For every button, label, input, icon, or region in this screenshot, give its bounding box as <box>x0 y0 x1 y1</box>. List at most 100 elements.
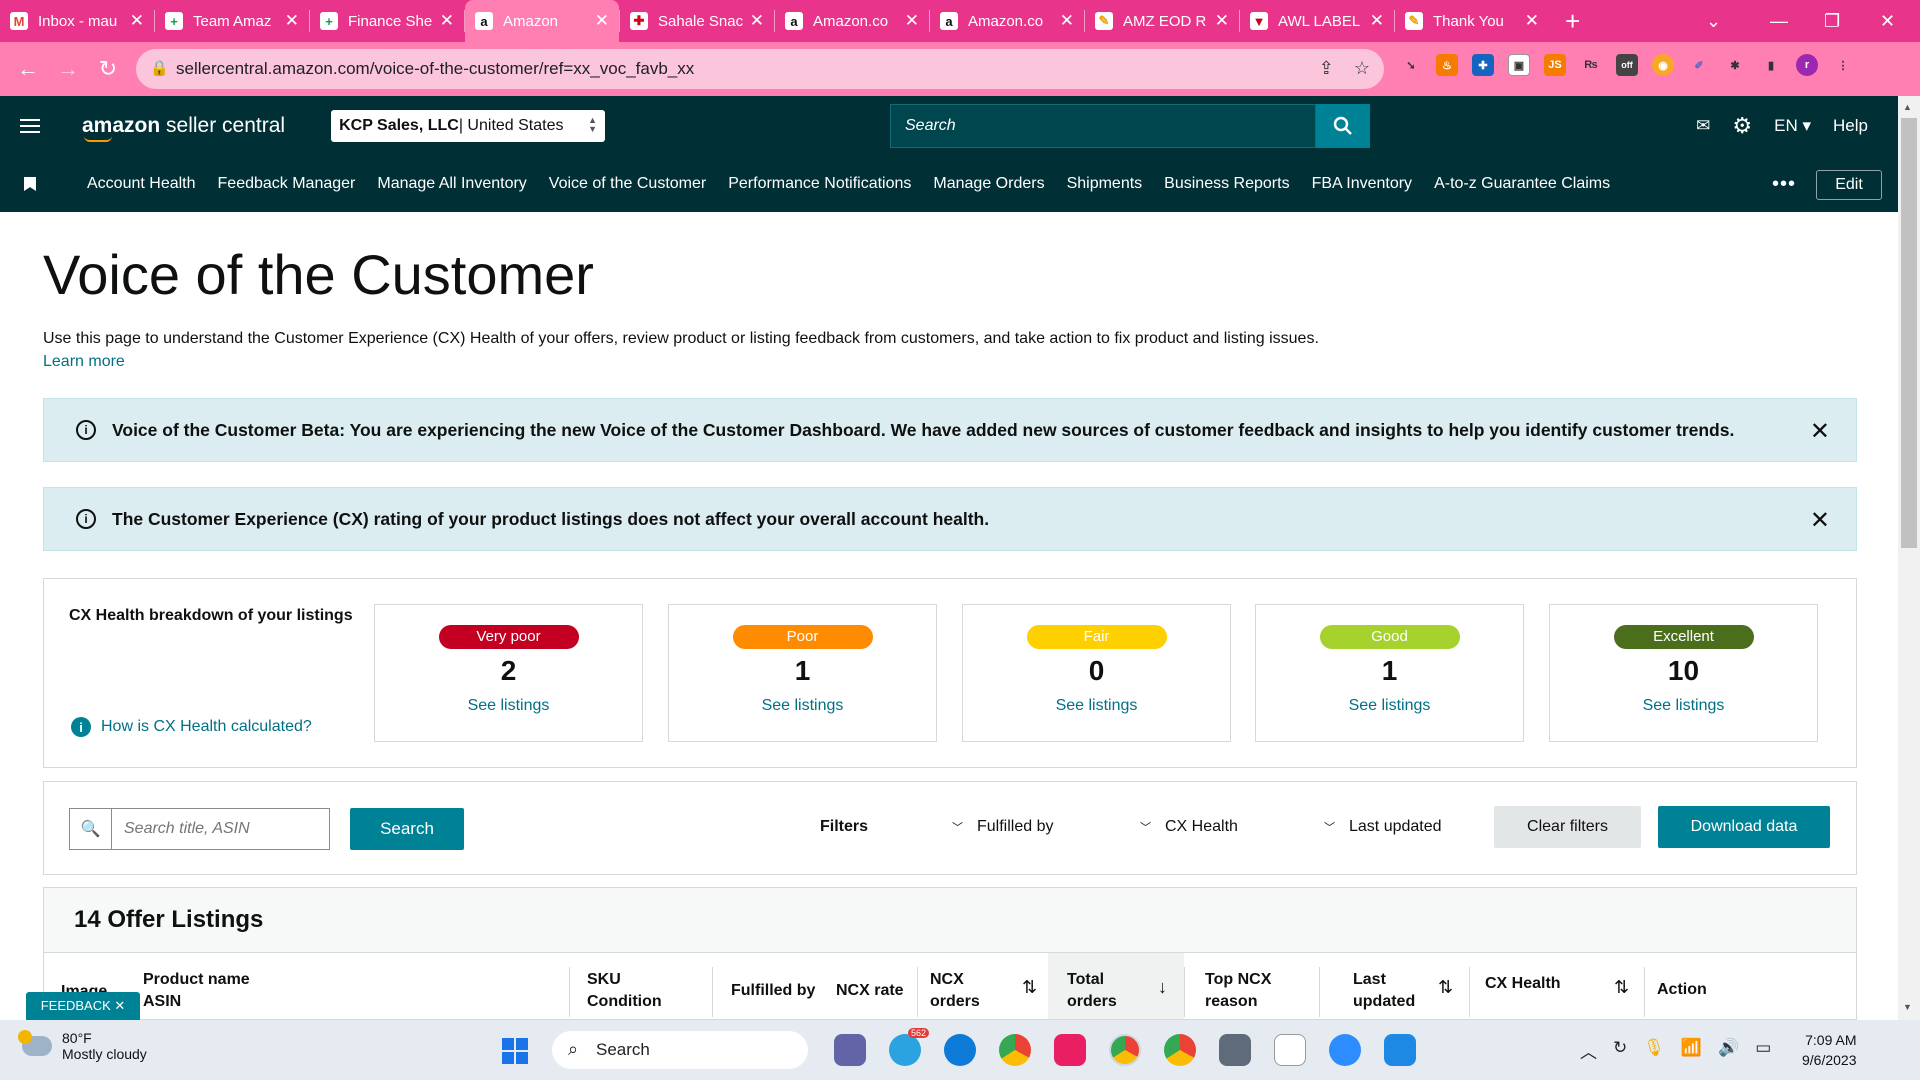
system-clock[interactable]: 7:09 AM 9/6/2023 <box>1802 1030 1857 1070</box>
puzzle-blue-extension-icon[interactable]: ✚ <box>1472 54 1494 76</box>
col-total-orders[interactable]: Total orders <box>1067 969 1117 1013</box>
browser-tab[interactable]: + Finance She ✕ <box>310 0 464 42</box>
extensions-puzzle-icon[interactable]: ✱ <box>1724 54 1746 76</box>
circle-extension-icon[interactable]: ◉ <box>1652 54 1674 76</box>
fulfilled-by-dropdown[interactable]: ﹀ Fulfilled by <box>952 818 1053 836</box>
download-data-button[interactable]: Download data <box>1658 806 1830 848</box>
tab-close-icon[interactable]: ✕ <box>1370 11 1384 31</box>
col-last-updated[interactable]: Last updated <box>1353 969 1415 1013</box>
nav-item-performance-notifications[interactable]: Performance Notifications <box>717 175 922 193</box>
tab-search-icon[interactable]: ⌄ <box>1706 0 1721 42</box>
restore-icon[interactable]: ❐ <box>1824 0 1840 42</box>
microphone-icon[interactable]: 🎙 <box>1643 1038 1665 1063</box>
listing-search-button[interactable]: Search <box>350 808 464 850</box>
language-selector[interactable]: EN ▾ <box>1774 116 1811 136</box>
wps-icon[interactable] <box>1054 1034 1086 1066</box>
scrollbar-thumb[interactable] <box>1901 118 1917 548</box>
cx-health-dropdown[interactable]: ﹀ CX Health <box>1140 818 1238 836</box>
col-ncx-rate[interactable]: NCX rate <box>836 980 904 1002</box>
tab-close-icon[interactable]: ✕ <box>750 11 764 31</box>
off-extension-icon[interactable]: off <box>1616 54 1638 76</box>
zoom-icon[interactable] <box>1329 1034 1361 1066</box>
seller-central-logo[interactable]: amazon seller central <box>82 114 285 142</box>
tab-close-icon[interactable]: ✕ <box>1215 11 1229 31</box>
minimize-icon[interactable]: — <box>1770 0 1788 42</box>
arrow-extension-icon[interactable]: ➘ <box>1400 54 1422 76</box>
scroll-up-icon[interactable]: ▲ <box>1903 102 1912 112</box>
nav-item-manage-all-inventory[interactable]: Manage All Inventory <box>366 175 537 193</box>
reload-icon[interactable]: ↻ <box>88 56 128 82</box>
teams-icon[interactable] <box>834 1034 866 1066</box>
chrome-icon[interactable] <box>999 1034 1031 1066</box>
browser-tab[interactable]: a Amazon ✕ <box>465 0 619 42</box>
rs-extension-icon[interactable]: ₨ <box>1580 54 1602 76</box>
taskbar-search[interactable]: ⌕ Search <box>552 1031 808 1069</box>
browser-tab[interactable]: M Inbox - mau ✕ <box>0 0 154 42</box>
col-cx-health[interactable]: CX Health <box>1485 973 1561 995</box>
wifi-icon[interactable]: 📶 <box>1681 1038 1702 1063</box>
sort-icon[interactable]: ⇅ <box>1614 977 1629 998</box>
nav-item-a-to-z-guarantee-claims[interactable]: A-to-z Guarantee Claims <box>1423 175 1621 193</box>
learn-more-link[interactable]: Learn more <box>43 353 125 371</box>
js-extension-icon[interactable]: JS <box>1544 54 1566 76</box>
close-icon[interactable]: ✕ <box>1810 506 1830 535</box>
share-icon[interactable]: ⇪ <box>1319 58 1334 79</box>
nav-more-icon[interactable]: ••• <box>1772 173 1796 196</box>
nav-item-account-health[interactable]: Account Health <box>76 175 207 193</box>
nav-item-fba-inventory[interactable]: FBA Inventory <box>1301 175 1424 193</box>
edge-icon[interactable] <box>944 1034 976 1066</box>
sort-icon[interactable]: ⇅ <box>1438 977 1453 998</box>
col-fulfilled-by[interactable]: Fulfilled by <box>731 980 815 1002</box>
see-listings-link[interactable]: See listings <box>375 697 642 715</box>
see-listings-link[interactable]: See listings <box>669 697 936 715</box>
chrome-profile-icon[interactable] <box>1109 1034 1141 1066</box>
browser-tab[interactable]: ✎ Thank You ✕ <box>1395 0 1549 42</box>
nav-item-voice-of-the-customer[interactable]: Voice of the Customer <box>538 175 717 193</box>
browser-tab[interactable]: ▼ AWL LABEL ✕ <box>1240 0 1394 42</box>
calculator-icon[interactable] <box>1219 1034 1251 1066</box>
tab-close-icon[interactable]: ✕ <box>440 11 454 31</box>
weather-widget[interactable]: 80°F Mostly cloudy <box>18 1030 147 1062</box>
tab-close-icon[interactable]: ✕ <box>130 11 144 31</box>
nav-edit-button[interactable]: Edit <box>1816 170 1882 200</box>
hamburger-menu-icon[interactable] <box>20 115 40 137</box>
side-panel-icon[interactable]: ▮ <box>1760 54 1782 76</box>
address-bar[interactable]: 🔒 sellercentral.amazon.com/voice-of-the-… <box>136 49 1384 89</box>
col-ncx-orders[interactable]: NCX orders <box>930 969 980 1013</box>
windows-start-icon[interactable] <box>502 1038 528 1064</box>
help-link[interactable]: Help <box>1833 116 1868 136</box>
chrome-profile-2-icon[interactable] <box>1164 1034 1196 1066</box>
see-listings-link[interactable]: See listings <box>1256 697 1523 715</box>
cx-health-help-link[interactable]: i How is CX Health calculated? <box>71 717 312 737</box>
header-search-button[interactable] <box>1316 104 1370 148</box>
chevron-up-icon[interactable]: ︿ <box>1580 1038 1597 1063</box>
tab-close-icon[interactable]: ✕ <box>1060 11 1074 31</box>
browser-tab[interactable]: a Amazon.co ✕ <box>930 0 1084 42</box>
col-sku[interactable]: SKU Condition <box>587 969 662 1013</box>
mail-icon[interactable]: ✉ <box>1696 116 1710 136</box>
profile-avatar[interactable]: r <box>1796 54 1818 76</box>
nav-item-manage-orders[interactable]: Manage Orders <box>922 175 1055 193</box>
close-window-icon[interactable]: ✕ <box>1880 0 1895 42</box>
gear-icon[interactable]: ⚙ <box>1732 113 1752 139</box>
close-icon[interactable]: ✕ <box>1810 417 1830 446</box>
browser-tab[interactable]: ✚ Sahale Snac ✕ <box>620 0 774 42</box>
url-text[interactable]: sellercentral.amazon.com/voice-of-the-cu… <box>176 59 694 79</box>
scroll-down-icon[interactable]: ▼ <box>1903 1002 1912 1012</box>
page-scrollbar[interactable]: ▲ ▼ <box>1898 96 1920 1020</box>
telegram-icon[interactable]: 562 <box>889 1028 929 1066</box>
last-updated-dropdown[interactable]: ﹀ Last updated <box>1324 818 1442 836</box>
menu-kebab-icon[interactable]: ⋮ <box>1832 54 1854 76</box>
tab-close-icon[interactable]: ✕ <box>285 11 299 31</box>
sort-descending-icon[interactable]: ↓ <box>1158 977 1167 998</box>
image-extension-icon[interactable]: ▣ <box>1508 54 1530 76</box>
listing-search-input[interactable] <box>112 820 312 838</box>
account-selector[interactable]: KCP Sales, LLC | United States ▲ ▼ <box>331 110 606 142</box>
pen-extension-icon[interactable]: ✐ <box>1688 54 1710 76</box>
feedback-tab[interactable]: FEEDBACK ✕ <box>26 992 140 1020</box>
col-product-name[interactable]: Product name ASIN <box>143 969 250 1013</box>
browser-tab[interactable]: a Amazon.co ✕ <box>775 0 929 42</box>
tab-close-icon[interactable]: ✕ <box>595 11 609 31</box>
nav-item-feedback-manager[interactable]: Feedback Manager <box>207 175 367 193</box>
listing-search-field[interactable]: 🔍 <box>69 808 330 850</box>
